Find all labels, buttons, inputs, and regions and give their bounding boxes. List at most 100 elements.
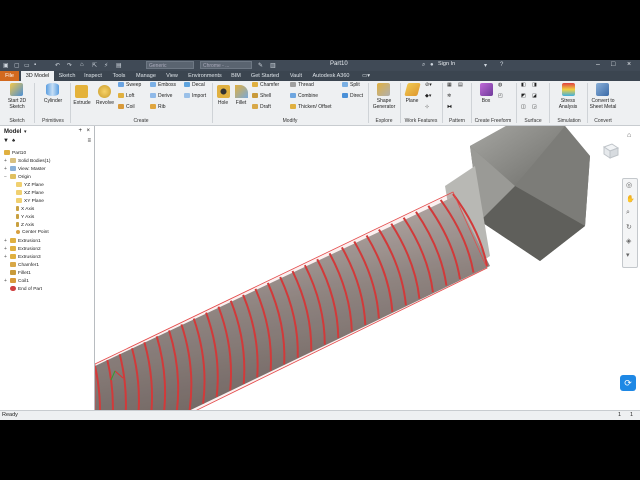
- tab-vault[interactable]: Vault: [286, 71, 306, 81]
- coil-button[interactable]: Coil: [118, 104, 135, 111]
- expand-icon[interactable]: +: [4, 166, 7, 172]
- thread-button[interactable]: Thread: [290, 82, 314, 89]
- work-axis-icon[interactable]: ⊘▾: [425, 82, 432, 89]
- tree-item[interactable]: Origin: [10, 174, 31, 180]
- tab-options[interactable]: ▭▾: [358, 71, 374, 81]
- emboss-button[interactable]: Emboss: [150, 82, 176, 89]
- redo-icon[interactable]: ↷: [67, 62, 72, 69]
- mirror-icon[interactable]: ⧓: [447, 104, 452, 111]
- save-icon[interactable]: ▪: [34, 62, 36, 69]
- update-icon[interactable]: ⚡: [104, 62, 108, 69]
- freeform-sphere-icon[interactable]: ◍: [498, 82, 502, 89]
- tree-item[interactable]: XY Plane: [16, 198, 44, 204]
- freeform-face-icon[interactable]: ◰: [498, 93, 503, 100]
- user-icon[interactable]: ●: [430, 62, 434, 69]
- zoom-icon[interactable]: ⌕: [626, 209, 630, 217]
- tree-item[interactable]: Chamfer1: [10, 262, 39, 268]
- patch-icon[interactable]: ◨: [532, 82, 537, 89]
- expand-icon[interactable]: +: [4, 158, 7, 164]
- tree-item[interactable]: X Axis: [16, 206, 34, 212]
- properties-icon[interactable]: ▤: [116, 62, 122, 69]
- tree-item[interactable]: Fillet1: [10, 270, 31, 276]
- tab-3d-model[interactable]: 3D Model: [21, 71, 54, 81]
- direct-button[interactable]: Direct: [342, 93, 363, 100]
- draft-button[interactable]: Draft: [252, 104, 271, 111]
- tab-bim[interactable]: BIM: [228, 71, 244, 81]
- orbit-icon[interactable]: ↻: [626, 223, 632, 231]
- expand-icon[interactable]: +: [4, 254, 7, 260]
- select-icon[interactable]: ⇱: [92, 62, 97, 69]
- decal-button[interactable]: Decal: [184, 82, 205, 89]
- sign-in-link[interactable]: Sign In: [438, 61, 455, 67]
- tab-tools[interactable]: Tools: [108, 71, 130, 81]
- appearance-combo[interactable]: Chrome - ...: [200, 61, 252, 69]
- chevron-down-icon[interactable]: ▾: [484, 62, 487, 69]
- measure-icon[interactable]: ▥: [270, 62, 276, 69]
- menu-icon[interactable]: ≡: [87, 138, 91, 144]
- tree-item[interactable]: Extrusion1: [10, 238, 41, 244]
- tree-item[interactable]: Extrusion2: [10, 246, 41, 252]
- stitch-icon[interactable]: ◧: [521, 82, 526, 89]
- a360-share-icon[interactable]: ⟳: [620, 375, 636, 391]
- tree-item[interactable]: Z Axis: [16, 222, 34, 228]
- extend-icon[interactable]: ◫: [521, 104, 526, 111]
- tree-item[interactable]: Y Axis: [16, 214, 34, 220]
- tab-autodesk-a360[interactable]: Autodesk A360: [308, 71, 354, 81]
- tab-get-started[interactable]: Get Started: [246, 71, 284, 81]
- circular-pattern-icon[interactable]: ✲: [447, 93, 451, 100]
- nav-menu-icon[interactable]: ▾: [626, 251, 630, 259]
- find-icon[interactable]: ♠: [12, 138, 15, 144]
- tab-environments[interactable]: Environments: [184, 71, 226, 81]
- sweep-button[interactable]: Sweep: [118, 82, 141, 89]
- help-icon[interactable]: ?: [500, 62, 503, 69]
- tab-sketch[interactable]: Sketch: [56, 71, 78, 81]
- tree-item[interactable]: XZ Plane: [16, 190, 44, 196]
- tab-inspect[interactable]: Inspect: [80, 71, 106, 81]
- thicken-offset-button[interactable]: Thicken/ Offset: [290, 104, 332, 111]
- material-combo[interactable]: Generic: [146, 61, 194, 69]
- graphics-viewport[interactable]: [95, 126, 640, 410]
- chamfer-button[interactable]: Chamfer: [252, 82, 279, 89]
- tree-item[interactable]: Part10: [4, 150, 26, 156]
- sculpt-icon[interactable]: ◩: [521, 93, 526, 100]
- app-logo-icon[interactable]: ▣: [3, 62, 9, 69]
- steering-wheel-icon[interactable]: ◎: [626, 181, 632, 189]
- collapse-icon[interactable]: −: [4, 174, 7, 180]
- derive-button[interactable]: Derive: [150, 93, 172, 100]
- loft-button[interactable]: Loft: [118, 93, 134, 100]
- rectangular-pattern-icon[interactable]: ▦: [447, 82, 452, 89]
- expand-icon[interactable]: +: [4, 246, 7, 252]
- ucs-icon[interactable]: ⊹: [425, 104, 429, 111]
- home-icon[interactable]: ⌂: [80, 62, 84, 69]
- combine-button[interactable]: Combine: [290, 93, 318, 100]
- split-button[interactable]: Split: [342, 82, 360, 89]
- view-cube[interactable]: [600, 142, 620, 162]
- close-icon[interactable]: ×: [86, 128, 90, 134]
- tab-manage[interactable]: Manage: [132, 71, 160, 81]
- open-icon[interactable]: ▭: [24, 62, 30, 69]
- work-point-icon[interactable]: ◆▾: [425, 93, 431, 100]
- minimize-icon[interactable]: –: [596, 61, 600, 68]
- tree-item[interactable]: Center Point: [16, 230, 49, 235]
- search-icon[interactable]: ⌕: [422, 62, 425, 69]
- undo-icon[interactable]: ↶: [55, 62, 60, 69]
- close-icon[interactable]: ×: [627, 61, 631, 68]
- trim-icon[interactable]: ◪: [532, 93, 537, 100]
- pan-icon[interactable]: ✋: [626, 195, 635, 203]
- replace-face-icon[interactable]: ◲: [532, 104, 537, 111]
- browser-title[interactable]: Model: [4, 129, 21, 135]
- rib-button[interactable]: Rib: [150, 104, 166, 111]
- filter-icon[interactable]: ▼: [3, 138, 9, 144]
- look-at-icon[interactable]: ◈: [626, 237, 631, 245]
- sketch-driven-pattern-icon[interactable]: ▤: [458, 82, 463, 89]
- new-icon[interactable]: ▢: [14, 62, 20, 69]
- tree-item[interactable]: Coil1: [10, 278, 29, 284]
- clear-appearance-icon[interactable]: ✎: [258, 62, 263, 69]
- import-button[interactable]: Import: [184, 93, 206, 100]
- tree-item[interactable]: Extrusion3: [10, 254, 41, 260]
- expand-icon[interactable]: +: [4, 238, 7, 244]
- tree-item[interactable]: View: Master: [10, 166, 46, 172]
- shell-button[interactable]: Shell: [252, 93, 271, 100]
- maximize-icon[interactable]: □: [611, 61, 615, 68]
- expand-icon[interactable]: +: [4, 278, 7, 284]
